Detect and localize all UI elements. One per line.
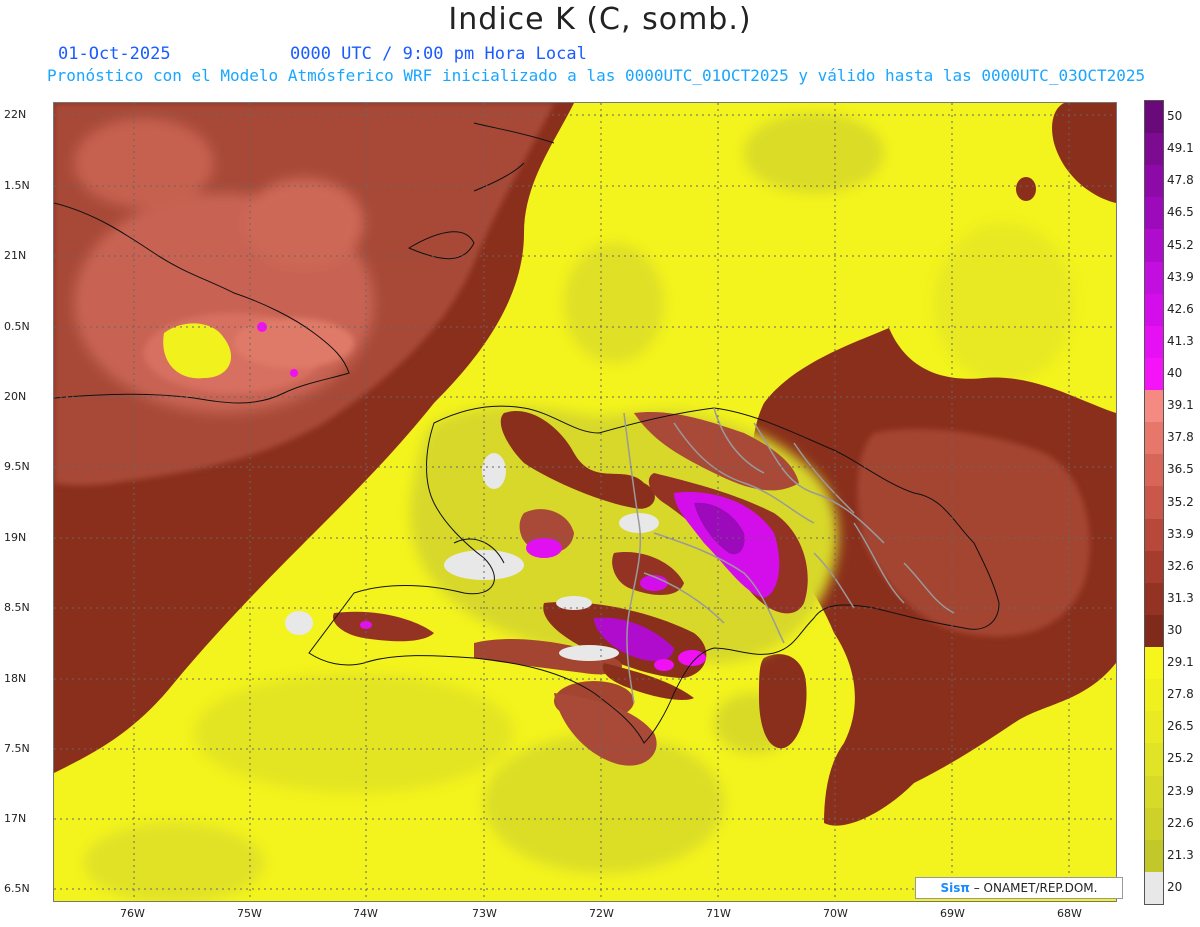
legend-swatch <box>1145 293 1163 327</box>
lat-label: 20N <box>4 390 27 403</box>
legend-swatch <box>1145 133 1163 166</box>
legend-swatch <box>1145 486 1163 520</box>
lat-label: 9.5N <box>4 460 30 473</box>
legend-label: 26.5 <box>1167 719 1194 734</box>
map-canvas <box>54 103 1116 901</box>
legend-swatch <box>1145 582 1163 616</box>
legend-label: 32.6 <box>1167 558 1194 573</box>
legend-swatch <box>1145 390 1163 423</box>
legend-label: 21.3 <box>1167 847 1194 862</box>
k-index-map <box>53 102 1117 902</box>
legend-swatch <box>1145 711 1163 744</box>
legend-swatch <box>1145 807 1163 841</box>
legend-label: 36.5 <box>1167 462 1194 477</box>
lat-label: 0.5N <box>4 320 30 333</box>
lat-label: 21N <box>4 249 27 262</box>
legend-label: 39.1 <box>1167 398 1194 413</box>
legend-swatch <box>1145 261 1163 295</box>
legend-label: 35.2 <box>1167 494 1194 509</box>
lat-label: 1.5N <box>4 179 30 192</box>
legend-label: 45.2 <box>1167 237 1194 252</box>
legend-label: 22.6 <box>1167 815 1194 830</box>
legend-swatch <box>1145 357 1163 391</box>
lon-label: 74W <box>353 907 378 920</box>
lon-label: 68W <box>1057 907 1082 920</box>
lat-label: 17N <box>4 812 27 825</box>
forecast-description: Pronóstico con el Modelo Atmósferico WRF… <box>47 66 1146 85</box>
legend-swatch <box>1145 550 1163 584</box>
legend-label: 42.6 <box>1167 301 1194 316</box>
legend-label: 50 <box>1167 109 1183 124</box>
legend-swatch <box>1145 165 1163 198</box>
lon-label: 75W <box>237 907 262 920</box>
credit-org: – ONAMET/REP.DOM. <box>969 881 1098 895</box>
legend-swatch <box>1145 647 1163 680</box>
forecast-date: 01-Oct-2025 <box>58 44 171 64</box>
legend-swatch <box>1145 325 1163 359</box>
legend-swatch <box>1145 422 1163 455</box>
legend-swatch <box>1145 197 1163 230</box>
legend-label: 23.9 <box>1167 783 1194 798</box>
legend-label: 31.3 <box>1167 590 1194 605</box>
credit-brand: Sisπ <box>940 881 970 895</box>
legend-label: 30 <box>1167 622 1183 637</box>
legend-label: 47.8 <box>1167 173 1194 188</box>
legend-swatch <box>1145 871 1163 905</box>
lat-label: 8.5N <box>4 601 30 614</box>
legend-swatch <box>1145 101 1163 134</box>
legend-label: 37.8 <box>1167 430 1194 445</box>
lon-label: 76W <box>120 907 145 920</box>
legend-label: 25.2 <box>1167 751 1194 766</box>
lat-label: 19N <box>4 531 27 544</box>
legend-swatch <box>1145 229 1163 263</box>
forecast-time: 0000 UTC / 9:00 pm Hora Local <box>290 44 587 64</box>
legend-label: 43.9 <box>1167 269 1194 284</box>
legend-label: 46.5 <box>1167 205 1194 220</box>
legend-swatch <box>1145 839 1163 873</box>
legend-label: 41.3 <box>1167 333 1194 348</box>
lat-label: 18N <box>4 672 27 685</box>
color-legend-bar <box>1144 100 1164 905</box>
lon-label: 73W <box>472 907 497 920</box>
legend-label: 20 <box>1167 879 1183 894</box>
lon-label: 72W <box>589 907 614 920</box>
lat-label: 7.5N <box>4 742 30 755</box>
legend-swatch <box>1145 679 1163 712</box>
lat-label: 22N <box>4 108 27 121</box>
legend-swatch <box>1145 614 1163 648</box>
legend-swatch <box>1145 775 1163 809</box>
legend-label: 29.1 <box>1167 655 1194 670</box>
credit-box: Sisπ – ONAMET/REP.DOM. <box>915 877 1123 899</box>
legend-swatch <box>1145 454 1163 487</box>
legend-swatch <box>1145 743 1163 776</box>
legend-swatch <box>1145 518 1163 552</box>
page-title: Indice K (C, somb.) <box>448 2 752 37</box>
lon-label: 69W <box>940 907 965 920</box>
lon-label: 71W <box>706 907 731 920</box>
legend-label: 40 <box>1167 366 1183 381</box>
lat-label: 6.5N <box>4 882 30 895</box>
legend-label: 49.1 <box>1167 141 1194 156</box>
legend-label: 27.8 <box>1167 687 1194 702</box>
legend-label: 33.9 <box>1167 526 1194 541</box>
lon-label: 70W <box>823 907 848 920</box>
